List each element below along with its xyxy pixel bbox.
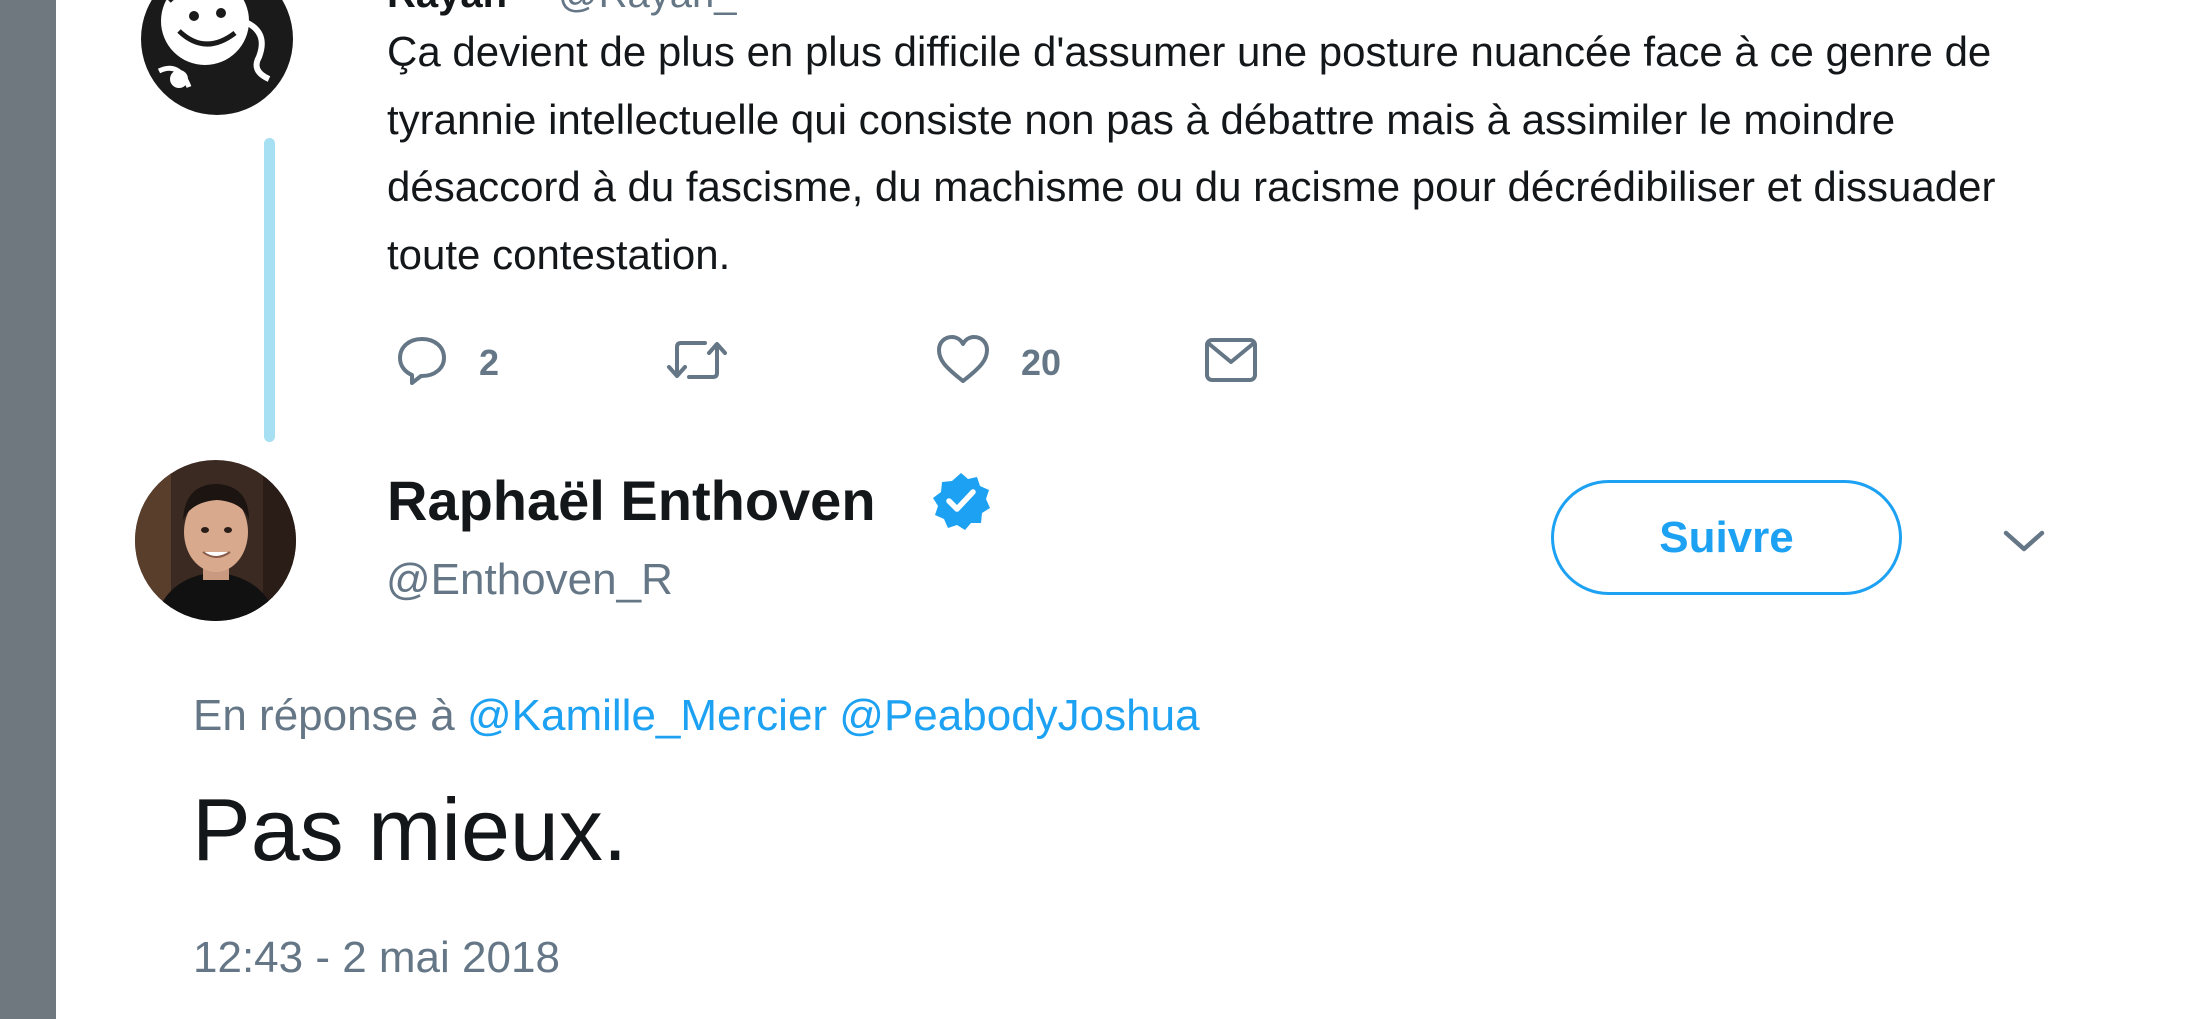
tweet-timestamp[interactable]: 12:43 - 2 mai 2018 [193,930,560,986]
reply-mention-link[interactable]: @PeabodyJoshua [839,691,1199,740]
parent-author-name[interactable]: Rayan [387,0,507,17]
parent-author-handle[interactable]: @Rayan_ [558,0,736,17]
thread-connector-line [264,138,275,442]
page-gutter [0,0,56,1019]
tweet-text: Pas mieux. [192,780,628,879]
author-avatar[interactable] [135,460,296,621]
reply-context: En réponse à @Kamille_Mercier @PeabodyJo… [193,688,1200,744]
author-avatar-image [135,460,296,621]
author-handle[interactable]: @Enthoven_R [386,552,673,608]
follow-button[interactable]: Suivre [1551,480,1902,595]
author-name[interactable]: Raphaël Enthoven [387,468,876,534]
reply-context-prefix: En réponse à [193,691,455,740]
parent-tweet-text: Ça devient de plus en plus difficile d'a… [387,28,1996,278]
envelope-icon [1205,338,1257,382]
reply-bubble-icon [398,337,446,385]
reply-action[interactable]: 2 [395,328,499,392]
tweet-options-menu[interactable] [1994,511,2054,571]
retweet-icon [667,341,727,379]
chevron-down-icon [2003,530,2045,552]
heart-icon [937,335,989,383]
like-action[interactable]: 20 [935,328,1061,392]
verified-badge-icon [933,473,990,530]
parent-action-bar: 2 20 [395,328,1295,392]
direct-message-action[interactable] [1203,328,1259,392]
like-count: 20 [1021,342,1062,383]
reply-count: 2 [479,342,500,383]
reply-mention-link[interactable]: @Kamille_Mercier [467,691,827,740]
retweet-action[interactable] [665,328,729,392]
